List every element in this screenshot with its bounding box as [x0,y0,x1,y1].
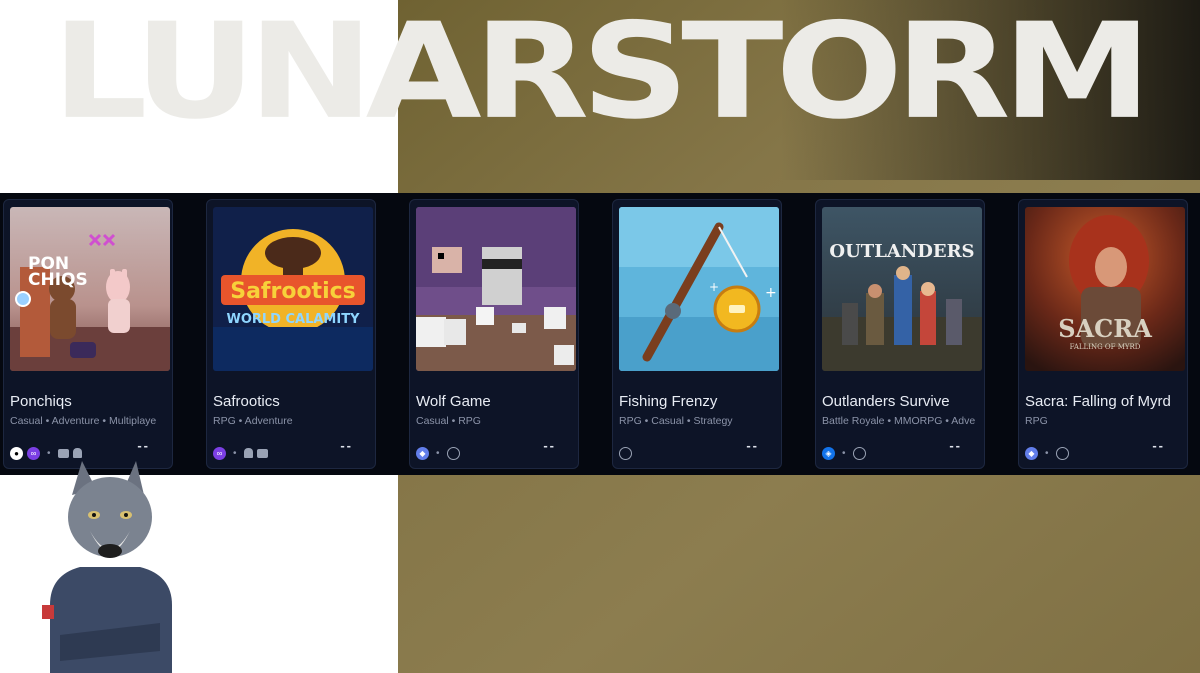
game-card-fishing-frenzy[interactable]: + + Fishing Frenzy RPG • Casual • Strate… [612,199,782,469]
svg-text:+: + [765,285,777,301]
vr-icon [256,448,268,458]
separator-dot: • [233,447,237,459]
game-title: Wolf Game [416,393,491,410]
game-card-sacra[interactable]: SACRA FALLING OF MYRD Sacra: Falling of … [1018,199,1188,469]
wolf-astronaut-mascot [20,455,200,673]
platform-icons: ∞ • [213,446,268,460]
polygon-icon: ∞ [213,446,226,460]
status-value: -- [137,438,150,453]
platform-icons: ◆ • [416,446,460,460]
game-genres: RPG [1025,415,1048,427]
svg-text:FALLING OF MYRD: FALLING OF MYRD [1070,343,1141,351]
game-card-wolf-game[interactable]: Wolf Game Casual • RPG ◆ • -- [409,199,579,469]
platform-icons: ◆ • [1025,446,1069,460]
game-title: Fishing Frenzy [619,393,718,410]
status-value: -- [746,438,759,453]
game-genres: Casual • RPG [416,415,481,427]
svg-text:+: + [709,280,719,294]
svg-text:OUTLANDERS: OUTLANDERS [829,241,974,262]
status-value: -- [1152,438,1165,453]
globe-icon [852,446,866,460]
android-icon [243,448,253,458]
globe-icon [446,446,460,460]
game-title: Outlanders Survive [822,393,950,410]
game-card-safrootics[interactable]: Safrootics WORLD CALAMITY Safrootics RPG… [206,199,376,469]
status-value: -- [340,438,353,453]
game-thumbnail: OUTLANDERS [822,207,982,371]
svg-text:SACRA: SACRA [1058,314,1152,343]
game-genres: RPG • Adventure [213,415,293,427]
svg-text:WORLD CALAMITY: WORLD CALAMITY [226,312,360,327]
game-title: Sacra: Falling of Myrd [1025,393,1171,410]
game-thumbnail: Safrootics WORLD CALAMITY [213,207,373,371]
svg-text:CHIQS: CHIQS [28,270,88,290]
status-value: -- [543,438,556,453]
game-genres: Casual • Adventure • Multiplaye [10,415,157,427]
game-genres: Battle Royale • MMORPG • Adve [822,415,976,427]
separator-dot: • [436,447,440,459]
separator-dot: • [1045,447,1049,459]
platform-icons [619,446,632,460]
brand-wordmark: LUNARSTORM [52,0,1152,149]
game-genres: RPG • Casual • Strategy [619,415,733,427]
globe-icon [619,446,632,460]
ethereum-icon: ◆ [1025,446,1038,460]
game-title: Safrootics [213,393,280,410]
ethereum-icon: ◆ [416,446,429,460]
svg-text:Safrootics: Safrootics [230,279,356,304]
globe-icon [1055,446,1069,460]
separator-dot: • [842,447,846,459]
game-card-ponchiqs[interactable]: PON CHIQS Ponchiqs Casual • Adventure • … [3,199,173,469]
game-title: Ponchiqs [10,393,72,410]
game-thumbnail: + + [619,207,779,371]
game-thumbnail [416,207,576,371]
status-value: -- [949,438,962,453]
platform-icons: ◈ • [822,446,866,460]
games-strip: PON CHIQS Ponchiqs Casual • Adventure • … [0,193,1200,475]
game-card-outlanders-survive[interactable]: OUTLANDERS Outlanders Survive Battle Roy… [815,199,985,469]
game-thumbnail: PON CHIQS [10,207,170,371]
game-thumbnail: SACRA FALLING OF MYRD [1025,207,1185,371]
ronin-icon: ◈ [822,446,835,460]
